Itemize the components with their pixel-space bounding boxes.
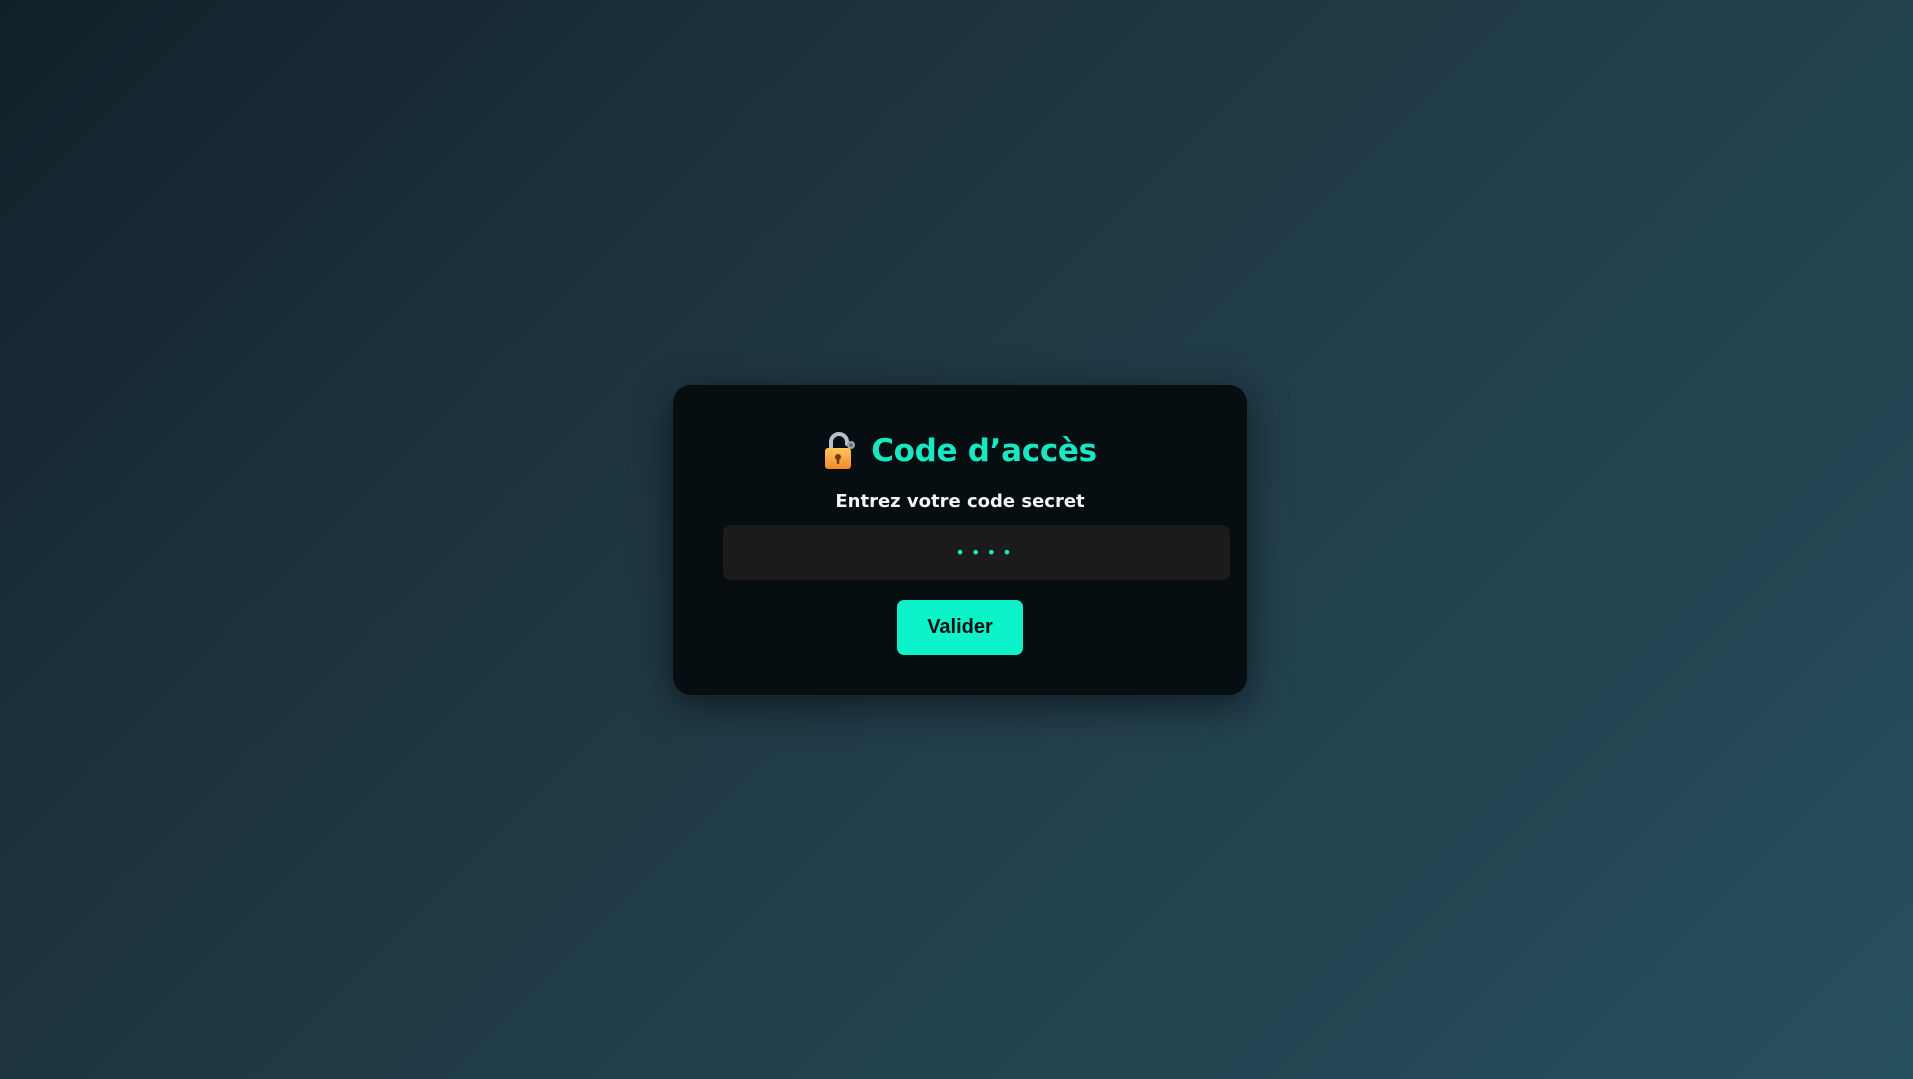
validate-button[interactable]: Valider bbox=[897, 600, 1023, 655]
access-code-card: Code d’accès Entrez votre code secret Va… bbox=[673, 385, 1247, 695]
lock-icon bbox=[823, 432, 857, 470]
page-title: Code d’accès bbox=[871, 433, 1097, 469]
card-title: Code d’accès bbox=[673, 429, 1247, 473]
code-prompt-label: Entrez votre code secret bbox=[835, 491, 1085, 512]
secret-code-input[interactable] bbox=[723, 525, 1230, 580]
